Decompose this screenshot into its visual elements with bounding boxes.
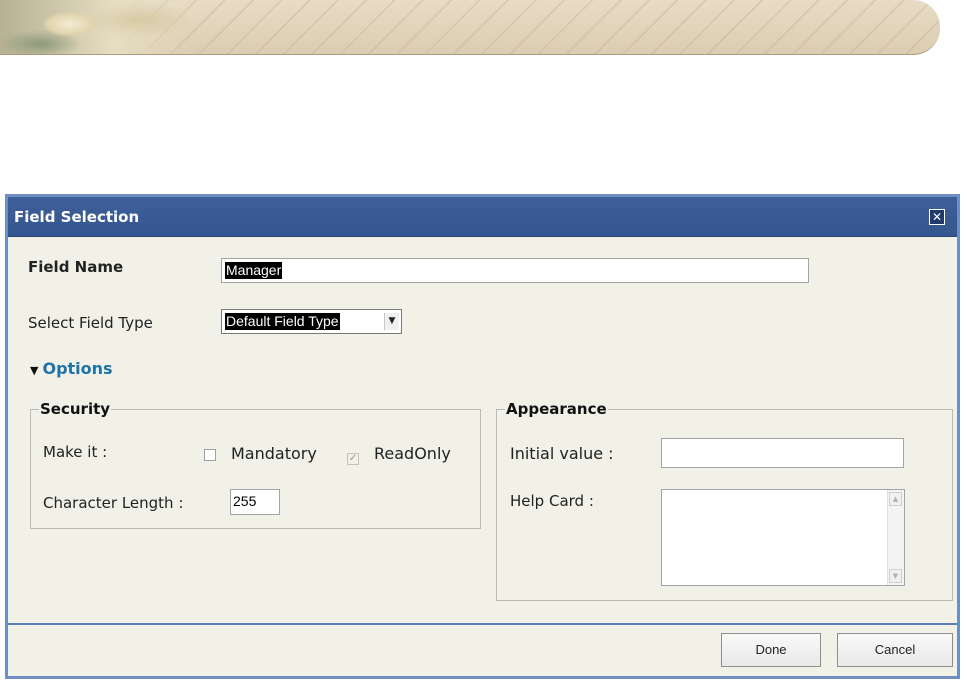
banner-image: [0, 0, 190, 54]
help-card-label: Help Card :: [510, 492, 594, 510]
footer-divider: [8, 623, 957, 625]
scroll-down-icon[interactable]: ▼: [889, 569, 902, 583]
readonly-label: ReadOnly: [374, 444, 451, 463]
mandatory-checkbox[interactable]: [204, 445, 216, 464]
options-toggle[interactable]: ▼ Options: [30, 359, 113, 378]
cancel-button[interactable]: Cancel: [837, 633, 953, 667]
caret-down-icon: ▼: [30, 364, 39, 377]
initial-value-input[interactable]: [661, 438, 904, 468]
dialog-titlebar: Field Selection ✕: [8, 197, 957, 237]
field-type-selected: Default Field Type: [225, 313, 340, 330]
dialog-title: Field Selection: [14, 208, 140, 226]
field-name-value: Manager: [225, 262, 283, 279]
chevron-down-icon[interactable]: ▼: [384, 313, 399, 330]
char-length-value: 255: [233, 493, 257, 509]
security-legend: Security: [40, 400, 111, 418]
checkmark-icon: ✓: [347, 453, 359, 465]
char-length-label: Character Length :: [43, 494, 184, 512]
initial-value-label: Initial value :: [510, 444, 614, 463]
appearance-legend: Appearance: [506, 400, 607, 418]
header-banner: [0, 0, 940, 55]
field-type-label: Select Field Type: [28, 314, 153, 332]
checkbox-icon[interactable]: [204, 449, 216, 461]
make-it-label: Make it :: [43, 443, 108, 461]
help-card-textarea[interactable]: ▲ ▼: [661, 489, 905, 586]
field-type-select[interactable]: Default Field Type ▼: [221, 309, 402, 334]
scroll-up-icon[interactable]: ▲: [889, 492, 902, 506]
options-label: Options: [42, 359, 113, 378]
field-name-input[interactable]: Manager: [221, 258, 809, 283]
close-icon[interactable]: ✕: [929, 209, 945, 225]
char-length-input[interactable]: 255: [230, 489, 280, 515]
done-button[interactable]: Done: [721, 633, 821, 667]
help-card-scrollbar[interactable]: ▲ ▼: [887, 490, 904, 585]
field-selection-dialog: Field Selection ✕ Field Name Manager Sel…: [5, 194, 960, 679]
field-name-label: Field Name: [28, 258, 124, 276]
mandatory-label: Mandatory: [231, 444, 317, 463]
readonly-checkbox[interactable]: ✓: [347, 445, 359, 465]
